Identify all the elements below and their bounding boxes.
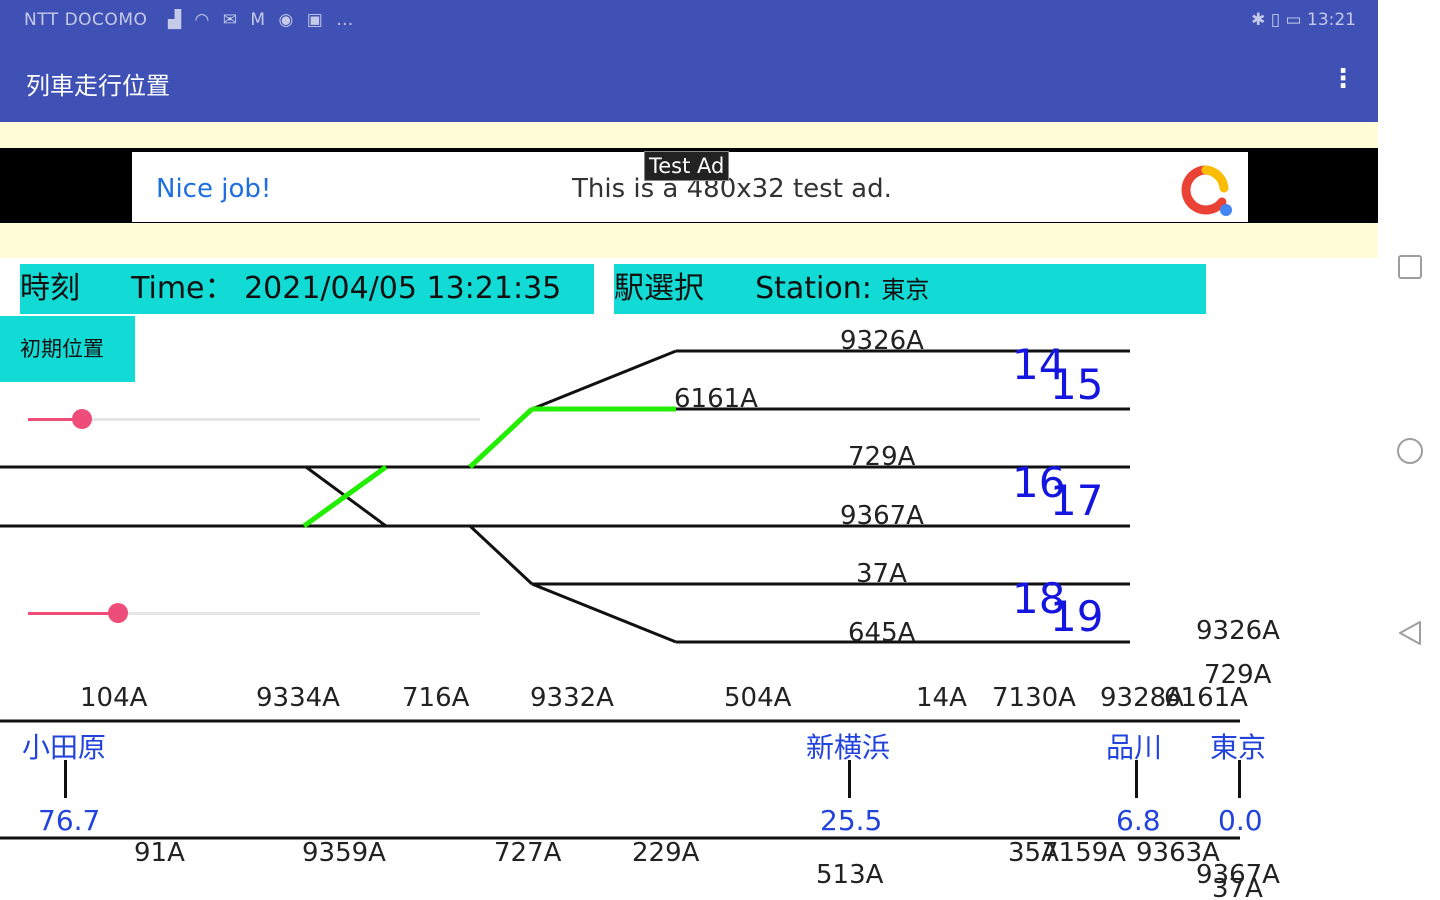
station-tick	[64, 760, 67, 798]
station-distance: 25.5	[820, 804, 883, 837]
train-label[interactable]: 104A	[80, 683, 147, 713]
sync-icon: ◉	[278, 10, 298, 30]
station-tick	[1238, 760, 1241, 798]
signal-icon: ▟	[168, 10, 186, 30]
train-label[interactable]: 37A	[856, 559, 907, 589]
train-label[interactable]: 729A	[848, 442, 915, 472]
clock: 13:21	[1307, 10, 1356, 30]
switch-18	[468, 524, 534, 586]
switch-19	[531, 582, 677, 644]
ad-headline[interactable]: Nice job!	[156, 174, 271, 204]
train-label[interactable]: 513A	[816, 860, 883, 890]
overflow-dots: …	[336, 10, 358, 30]
train-label[interactable]: 9326A	[840, 326, 924, 356]
train-label[interactable]: 9334A	[256, 683, 340, 713]
status-icons: ▟ ◠ ✉ M ◉ ▣ …	[168, 10, 357, 30]
train-label[interactable]: 9326A	[1196, 616, 1280, 646]
overflow-menu-icon[interactable]: ⋮	[1330, 62, 1356, 96]
station-value[interactable]: 東京	[881, 276, 929, 304]
time-prefix: Time：	[131, 271, 235, 306]
app-title: 列車走行位置	[26, 72, 170, 100]
train-label[interactable]: 37A	[1212, 874, 1263, 900]
navigation-bar	[1380, 0, 1440, 900]
train-label[interactable]: 6161A	[674, 384, 758, 414]
gmail-icon: M	[250, 10, 270, 30]
train-label[interactable]: 645A	[848, 618, 915, 648]
train-label[interactable]: 9332A	[530, 683, 614, 713]
vibrate-icon: ▯	[1270, 10, 1281, 30]
status-right: ✱ ▯ ▭ 13:21	[1251, 10, 1356, 30]
station-name[interactable]: 品川	[1106, 726, 1162, 766]
time-value: 2021/04/05 13:21:35	[244, 271, 562, 306]
station-selector[interactable]: 駅選択 Station: 東京	[614, 264, 1206, 314]
back-icon[interactable]	[1395, 618, 1425, 648]
train-label[interactable]: 7159A	[1042, 838, 1126, 868]
time-label: 時刻	[20, 271, 80, 306]
home-icon[interactable]	[1395, 436, 1425, 466]
platform-number: 15	[1050, 360, 1104, 409]
ad-tag: Test Ad	[644, 151, 730, 181]
notification-icon: ▣	[306, 10, 327, 30]
train-label[interactable]: 14A	[916, 683, 967, 713]
mail-icon: ✉	[222, 10, 241, 30]
train-label[interactable]: 91A	[134, 838, 185, 868]
station-label: 駅選択	[614, 271, 704, 306]
train-label[interactable]: 229A	[632, 838, 699, 868]
train-label[interactable]: 504A	[724, 683, 791, 713]
train-label[interactable]: 9367A	[840, 501, 924, 531]
app-bar: 列車走行位置 ⋮	[0, 40, 1378, 122]
station-tick	[1135, 760, 1138, 798]
train-label[interactable]: 9359A	[302, 838, 386, 868]
station-tick	[848, 760, 851, 798]
station-distance: 76.7	[38, 804, 101, 837]
battery-icon: ▭	[1285, 10, 1302, 30]
recent-apps-icon[interactable]	[1395, 252, 1425, 282]
station-distance: 6.8	[1116, 804, 1161, 837]
carrier-label: NTT DOCOMO	[24, 10, 148, 30]
station-prefix: Station:	[755, 271, 872, 306]
ad-text[interactable]: This is a 480x32 test ad.	[572, 174, 892, 204]
train-label[interactable]: 7130A	[992, 683, 1076, 713]
status-bar: NTT DOCOMO ▟ ◠ ✉ M ◉ ▣ … ✱ ▯ ▭ 13:21	[0, 0, 1378, 40]
admob-logo-icon	[1181, 165, 1232, 216]
train-label[interactable]: 727A	[494, 838, 561, 868]
bluetooth-icon: ✱	[1251, 10, 1266, 30]
switch-14	[531, 349, 677, 411]
train-label[interactable]: 9328A	[1100, 683, 1184, 713]
wifi-icon: ◠	[194, 10, 214, 30]
time-display: 時刻 Time： 2021/04/05 13:21:35	[20, 264, 594, 314]
station-distance: 0.0	[1218, 804, 1263, 837]
train-label[interactable]: 716A	[402, 683, 469, 713]
route-switch-15	[468, 407, 534, 469]
platform-number: 17	[1050, 476, 1104, 525]
platform-number: 19	[1050, 592, 1104, 641]
